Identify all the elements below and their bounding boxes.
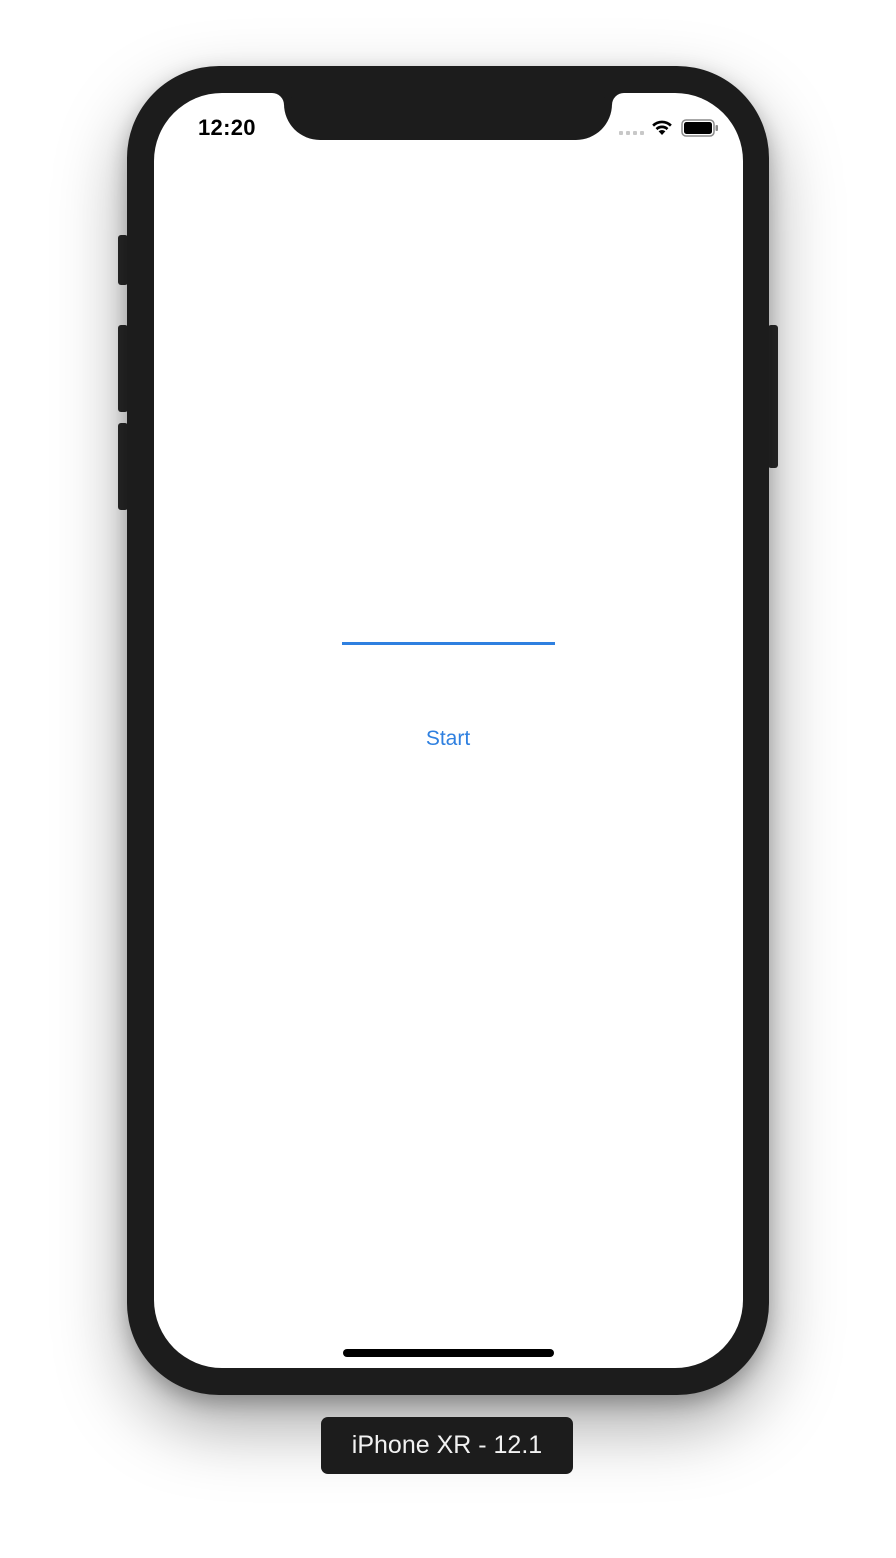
battery-icon — [681, 119, 718, 137]
device-screen: 12:20 Start — [154, 93, 743, 1368]
home-indicator[interactable] — [343, 1349, 554, 1357]
start-button[interactable]: Start — [398, 721, 498, 757]
status-time: 12:20 — [198, 115, 256, 140]
notch — [284, 93, 612, 140]
power-button — [768, 325, 778, 468]
simulator-stage: 12:20 Start iPhone XR - 12.1 — [0, 0, 896, 1558]
wifi-icon — [652, 120, 672, 135]
text-input-field[interactable] — [342, 589, 555, 645]
simulator-device-label: iPhone XR - 12.1 — [321, 1417, 573, 1474]
cellular-signal-icon — [619, 131, 644, 135]
